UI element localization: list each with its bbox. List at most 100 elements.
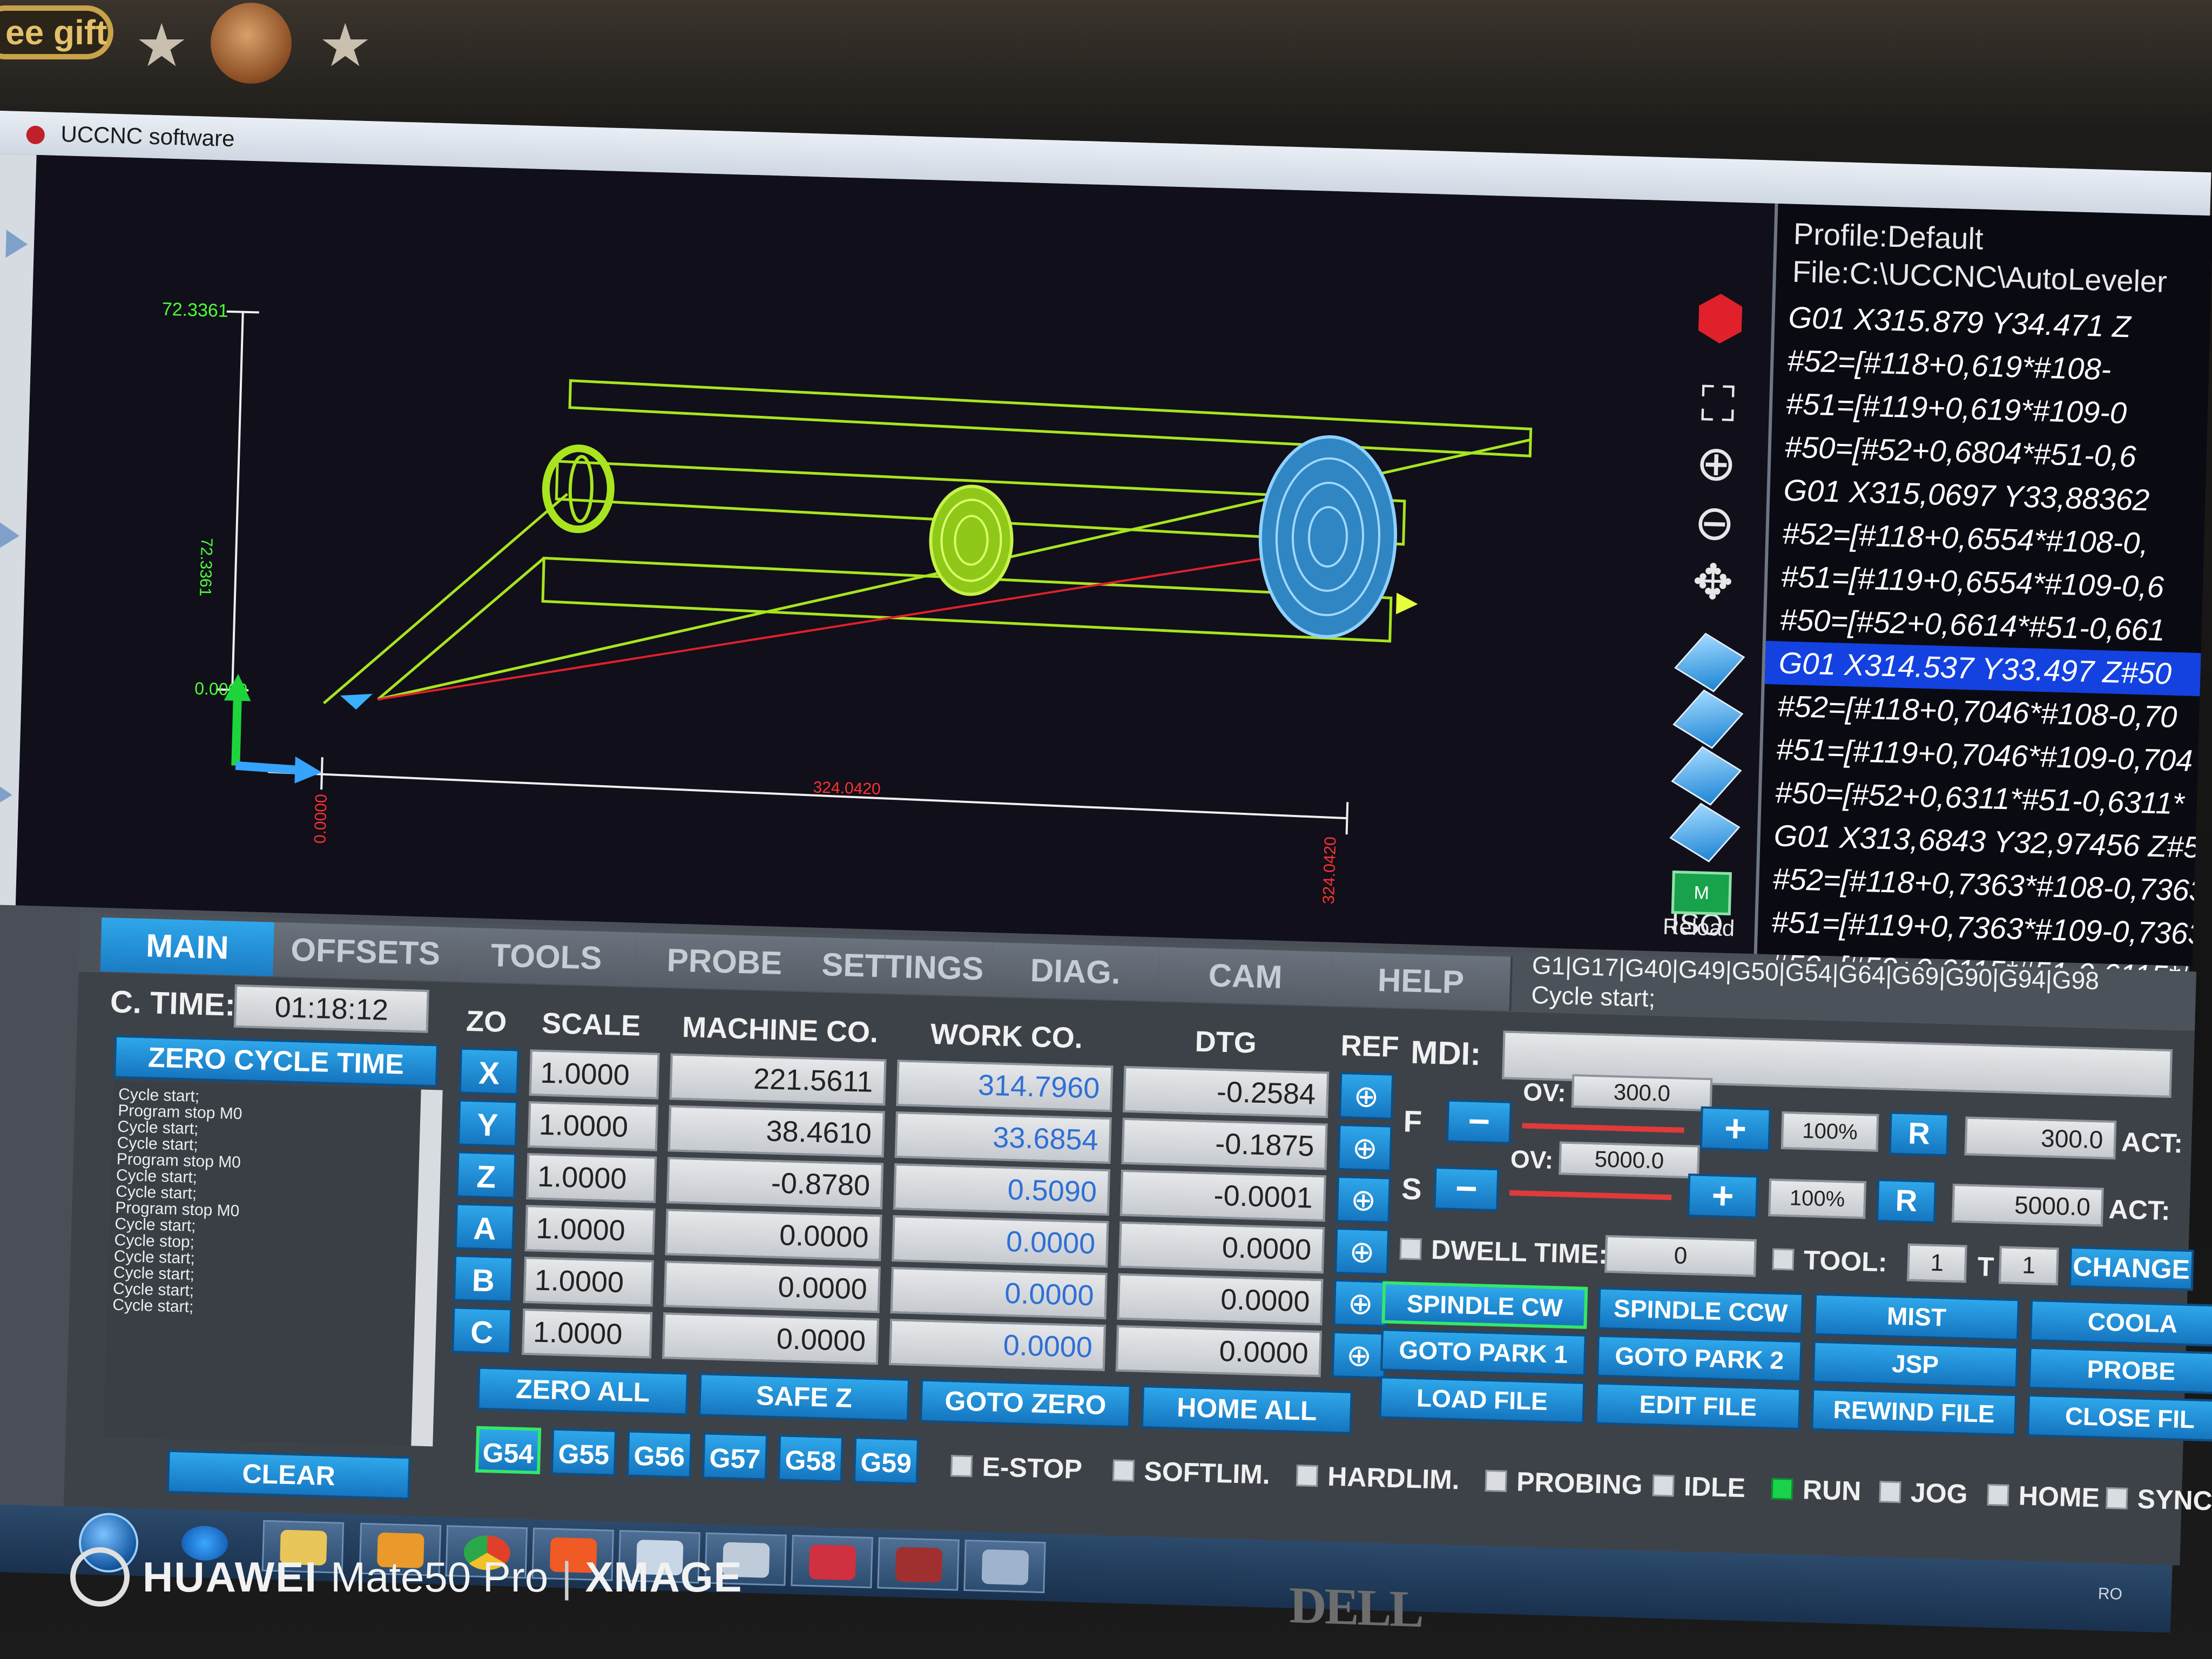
scale-y-field[interactable]: 1.0000 [527, 1101, 659, 1151]
home-all-button[interactable]: HOME ALL [1141, 1385, 1353, 1434]
work-b-field[interactable]: 0.0000 [890, 1266, 1108, 1320]
machine-a-field[interactable]: 0.0000 [665, 1209, 882, 1262]
scale-x-field[interactable]: 1.0000 [529, 1049, 660, 1100]
tab-probe[interactable]: PROBE [635, 932, 817, 992]
mist-button[interactable]: MIST [1813, 1293, 2020, 1341]
zero-axis-c-button[interactable]: C [451, 1306, 512, 1355]
rewind-file-button[interactable]: REWIND FILE [1811, 1388, 2018, 1437]
work-x-field[interactable]: 314.7960 [896, 1060, 1114, 1112]
probe-button[interactable]: PROBE [2028, 1346, 2212, 1395]
offset-g55-button[interactable]: G55 [550, 1428, 617, 1476]
goto-zero-button[interactable]: GOTO ZERO [919, 1379, 1131, 1428]
close-fil-button[interactable]: CLOSE FIL [2026, 1394, 2212, 1442]
spindle-override-slider[interactable] [1509, 1190, 1672, 1201]
status-idle: IDLE [1652, 1469, 1746, 1503]
zero-axis-x-button[interactable]: X [458, 1047, 520, 1096]
status-label: IDLE [1683, 1471, 1746, 1503]
clear-log-button[interactable]: CLEAR [166, 1449, 411, 1500]
spindle-minus-button[interactable]: − [1433, 1166, 1500, 1212]
feed-minus-button[interactable]: − [1446, 1099, 1512, 1144]
gcode-listing[interactable]: G01 X315.879 Y34.471 Z #52=[#118+0,619*#1… [1755, 295, 2211, 1042]
goto-park-1-button[interactable]: GOTO PARK 1 [1380, 1328, 1587, 1377]
feed-percent: 100% [1781, 1111, 1879, 1152]
tool-change-button[interactable]: CHANGE [2068, 1246, 2194, 1291]
coola-button[interactable]: COOLA [2029, 1299, 2212, 1347]
machine-z-field[interactable]: -0.8780 [666, 1157, 884, 1210]
message-log[interactable]: Cycle start; Program stop M0 Cycle start; C… [103, 1081, 421, 1446]
expand-arrow-icon[interactable] [0, 780, 13, 810]
reload-label: Reload [1662, 913, 1735, 941]
dwell-checkbox[interactable] [1399, 1238, 1422, 1260]
watermark-brand: HUAWEI [143, 1553, 318, 1601]
tool-number-field[interactable]: 1 [1906, 1243, 1967, 1283]
zero-cycle-time-button[interactable]: ZERO CYCLE TIME [113, 1035, 439, 1088]
jsp-button[interactable]: JSP [1812, 1340, 2019, 1389]
y-dimension-line [231, 312, 244, 690]
spindle-cw-button[interactable]: SPINDLE CW [1381, 1281, 1588, 1329]
taskbar-uccnc[interactable] [791, 1534, 873, 1589]
home-axis-z-icon[interactable]: ⊕ [1336, 1175, 1391, 1224]
home-axis-y-icon[interactable]: ⊕ [1337, 1123, 1393, 1172]
machine-y-field[interactable]: 38.4610 [667, 1105, 885, 1158]
home-axis-x-icon[interactable]: ⊕ [1338, 1071, 1394, 1120]
scale-a-field[interactable]: 1.0000 [524, 1204, 656, 1255]
offset-g57-button[interactable]: G57 [702, 1432, 768, 1481]
scale-b-field[interactable]: 1.0000 [523, 1256, 655, 1307]
home-axis-a-icon[interactable]: ⊕ [1334, 1227, 1390, 1276]
spindle-set-value[interactable]: 5000.0 [1951, 1183, 2104, 1227]
reload-button[interactable]: M [1671, 871, 1732, 916]
edit-file-button[interactable]: EDIT FILE [1595, 1382, 1802, 1431]
load-file-button[interactable]: LOAD FILE [1379, 1376, 1586, 1424]
expand-arrow-icon[interactable] [5, 230, 28, 259]
work-c-field[interactable]: 0.0000 [888, 1318, 1107, 1372]
feed-override-slider[interactable] [1522, 1123, 1684, 1133]
zero-axis-z-button[interactable]: Z [456, 1151, 517, 1199]
zero-axis-a-button[interactable]: A [454, 1203, 515, 1251]
machine-x-field[interactable]: 221.5611 [669, 1053, 887, 1106]
machine-b-field[interactable]: 0.0000 [663, 1260, 881, 1313]
work-z-field[interactable]: 0.5090 [893, 1163, 1111, 1216]
feed-label: F [1402, 1104, 1422, 1139]
tab-cam[interactable]: CAM [1158, 947, 1335, 1006]
feed-set-value[interactable]: 300.0 [1964, 1116, 2117, 1160]
toolpath-viewport[interactable]: 72.3361 72.3361 0.0000 0.0000 324.0420 3… [15, 154, 1775, 954]
tab-main[interactable]: MAIN [100, 917, 277, 976]
spindle-plus-button[interactable]: + [1687, 1174, 1759, 1219]
tab-tools[interactable]: TOOLS [456, 927, 638, 987]
zero-all-button[interactable]: ZERO ALL [477, 1366, 689, 1416]
dro-header-dtg: DTG [1194, 1025, 1257, 1060]
offset-g58-button[interactable]: G58 [777, 1434, 844, 1483]
tool-t-field[interactable]: 1 [1998, 1246, 2059, 1286]
home-axis-c-icon[interactable]: ⊕ [1331, 1331, 1387, 1379]
zero-axis-b-button[interactable]: B [453, 1255, 514, 1303]
feed-reset-button[interactable]: R [1889, 1111, 1950, 1157]
feed-plus-button[interactable]: + [1700, 1106, 1771, 1152]
y-dimension-tick [226, 310, 259, 314]
home-axis-b-icon[interactable]: ⊕ [1333, 1279, 1388, 1327]
offset-g56-button[interactable]: G56 [626, 1430, 693, 1479]
dell-logo: DELL [1289, 1575, 1422, 1638]
tab-help[interactable]: HELP [1331, 952, 1513, 1011]
tool-toggle[interactable]: TOOL: [1772, 1243, 1887, 1278]
goto-park-2-button[interactable]: GOTO PARK 2 [1596, 1334, 1803, 1383]
dwell-toggle[interactable]: DWELL TIME: [1399, 1233, 1608, 1270]
scale-c-field[interactable]: 1.0000 [522, 1308, 653, 1359]
dwell-value[interactable]: 0 [1604, 1235, 1757, 1277]
spindle-reset-button[interactable]: R [1876, 1178, 1937, 1224]
offset-g59-button[interactable]: G59 [853, 1437, 920, 1485]
spindle-ccw-button[interactable]: SPINDLE CCW [1597, 1287, 1804, 1336]
offset-g54-button[interactable]: G54 [475, 1426, 542, 1474]
taskbar-app[interactable] [963, 1539, 1046, 1594]
work-a-field[interactable]: 0.0000 [892, 1215, 1109, 1268]
taskbar-app[interactable] [877, 1537, 960, 1591]
safe-z-button[interactable]: SAFE Z [698, 1373, 911, 1422]
expand-arrow-icon[interactable] [0, 521, 20, 550]
tab-settings[interactable]: SETTINGS [813, 937, 995, 996]
tab-diag[interactable]: DIAG. [990, 942, 1162, 1001]
zero-axis-y-button[interactable]: Y [457, 1099, 518, 1148]
tab-offsets[interactable]: OFFSETS [273, 922, 461, 982]
tool-checkbox[interactable] [1772, 1248, 1795, 1271]
scale-z-field[interactable]: 1.0000 [526, 1153, 657, 1203]
machine-c-field[interactable]: 0.0000 [662, 1312, 880, 1365]
work-y-field[interactable]: 33.6854 [894, 1111, 1112, 1164]
